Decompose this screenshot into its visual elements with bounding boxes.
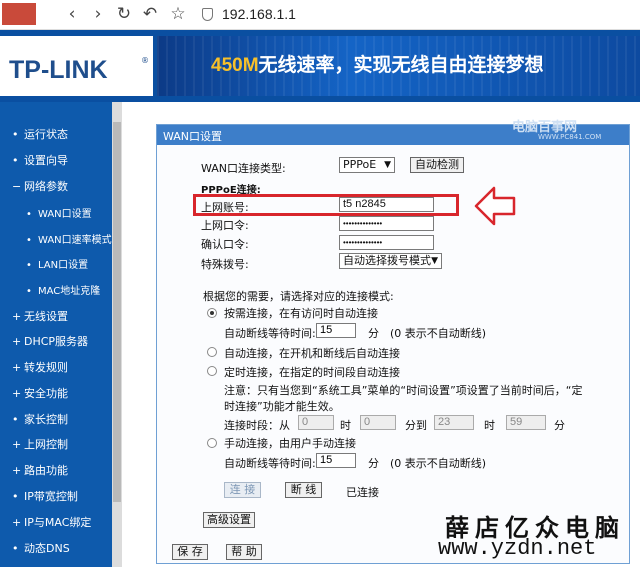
- period-to-label: 分到: [405, 419, 427, 432]
- period-hour-unit: 时: [340, 419, 351, 432]
- idle-time-input[interactable]: 15: [316, 323, 356, 338]
- scrollbar-thumb[interactable]: [113, 122, 121, 502]
- header-banner: 450M无线速率，实现无线自由连接梦想: [157, 36, 640, 96]
- sidebar-item-wizard[interactable]: • 设置向导: [12, 152, 68, 168]
- mode-manual-label: 手动连接，由用户手动连接: [224, 437, 356, 450]
- idle2-time-unit: 分: [368, 457, 379, 470]
- sidebar-item-network[interactable]: − 网络参数: [12, 178, 68, 194]
- tplink-logo: TP-LINK: [9, 56, 108, 84]
- header-slogan: 450M无线速率，实现无线自由连接梦想: [211, 50, 544, 77]
- sidebar-item-forwarding[interactable]: + 转发规则: [12, 359, 68, 375]
- special-dial-select[interactable]: 自动选择拨号模式 ▼: [339, 253, 442, 269]
- idle-time-note: (0 表示不自动断线): [390, 327, 487, 340]
- mode-timed-radio[interactable]: [207, 366, 217, 376]
- period-to-hour-unit: 时: [484, 419, 495, 432]
- password-label: 上网口令:: [201, 219, 249, 232]
- slogan-text: 无线速率，实现无线自由连接梦想: [258, 54, 544, 76]
- save-button[interactable]: 保 存: [172, 544, 208, 560]
- wan-type-label: WAN口连接类型:: [201, 162, 286, 175]
- sidebar-item-lan[interactable]: • LAN口设置: [26, 256, 88, 271]
- wan-type-select[interactable]: PPPoE ▼: [339, 157, 395, 173]
- timed-note-line2: 时连接”功能才能生效。: [224, 400, 340, 413]
- mode-timed-label: 定时连接，在指定的时间段自动连接: [224, 366, 400, 379]
- sidebar-item-mac-clone[interactable]: • MAC地址克隆: [26, 282, 100, 297]
- sidebar-item-security[interactable]: + 安全功能: [12, 385, 68, 401]
- sidebar-item-wireless[interactable]: + 无线设置: [12, 308, 68, 324]
- address-bar[interactable]: 192.168.1.1: [194, 4, 634, 26]
- chevron-down-icon: ▼: [384, 160, 391, 170]
- mode-auto-label: 自动连接，在开机和断线后自动连接: [224, 347, 400, 360]
- password-input[interactable]: ••••••••••••••: [339, 216, 434, 231]
- period-from-minute[interactable]: 0: [360, 415, 396, 430]
- confirm-password-input[interactable]: ••••••••••••••: [339, 235, 434, 250]
- sidebar-item-wan[interactable]: • WAN口设置: [26, 205, 92, 220]
- idle-time-label: 自动断线等待时间:: [224, 327, 316, 340]
- timed-note-line1: 注意：只有当您到“系统工具”菜单的“时间设置”项设置了当前时间后，“定: [224, 384, 583, 397]
- period-to-minute[interactable]: 59: [506, 415, 546, 430]
- sidebar-menu: • 运行状态 • 设置向导 − 网络参数 • WAN口设置 • WAN口速率模式 • LAN…: [0, 102, 112, 567]
- advanced-settings-button[interactable]: 高级设置: [203, 512, 255, 528]
- period-label: 连接时段：从: [224, 419, 290, 432]
- account-highlight: [193, 194, 459, 216]
- sidebar-item-bandwidth[interactable]: • IP带宽控制: [12, 488, 78, 504]
- connection-status: 已连接: [346, 486, 379, 499]
- shield-icon: [202, 8, 213, 21]
- pointer-arrow-icon: [474, 186, 516, 226]
- slogan-speed: 450M: [211, 55, 259, 76]
- period-to-hour[interactable]: 23: [434, 415, 474, 430]
- idle-time-unit: 分: [368, 327, 379, 340]
- sidebar-item-status[interactable]: • 运行状态: [12, 126, 68, 142]
- period-from-hour[interactable]: 0: [298, 415, 334, 430]
- mode-demand-radio[interactable]: [207, 308, 217, 318]
- sidebar-item-ip-mac[interactable]: + IP与MAC绑定: [12, 514, 91, 530]
- reload-icon[interactable]: ↻: [114, 4, 134, 24]
- mode-manual-radio[interactable]: [207, 438, 217, 448]
- sidebar-item-wan-speed[interactable]: • WAN口速率模式: [26, 231, 112, 246]
- sidebar-item-ddns[interactable]: • 动态DNS: [12, 540, 70, 556]
- sidebar-scrollbar[interactable]: [112, 102, 122, 567]
- help-button[interactable]: 帮 助: [226, 544, 262, 560]
- idle2-time-label: 自动断线等待时间:: [224, 457, 316, 470]
- sidebar-item-parental[interactable]: • 家长控制: [12, 411, 68, 427]
- home-icon[interactable]: ↶: [140, 4, 160, 24]
- sidebar-item-access-control[interactable]: + 上网控制: [12, 436, 68, 452]
- special-dial-label: 特殊拨号:: [201, 258, 249, 271]
- url-text: 192.168.1.1: [222, 6, 296, 22]
- site-watermark-url: WWW.PC841.COM: [538, 133, 602, 141]
- tab-favicon[interactable]: [2, 3, 36, 25]
- auto-detect-button[interactable]: 自动检测: [410, 157, 464, 173]
- sidebar-item-routing[interactable]: + 路由功能: [12, 462, 68, 478]
- idle2-time-input[interactable]: 15: [316, 453, 356, 468]
- connect-button[interactable]: 连 接: [224, 482, 261, 498]
- mode-intro: 根据您的需要，请选择对应的连接模式:: [203, 290, 394, 303]
- browser-toolbar: ‹ › ↻ ↶ ☆ 192.168.1.1: [0, 0, 640, 30]
- sidebar-item-dhcp[interactable]: + DHCP服务器: [12, 333, 88, 349]
- period-minute-unit: 分: [554, 419, 565, 432]
- disconnect-button[interactable]: 断 线: [285, 482, 322, 498]
- logo-area: TP-LINK ®: [0, 36, 153, 96]
- registered-icon: ®: [141, 56, 149, 65]
- footer-watermark-url: www.yzdn.net: [438, 536, 597, 561]
- idle2-time-note: (0 表示不自动断线): [390, 457, 487, 470]
- forward-icon[interactable]: ›: [88, 4, 108, 24]
- mode-auto-radio[interactable]: [207, 347, 217, 357]
- star-icon[interactable]: ☆: [168, 4, 188, 24]
- router-header: TP-LINK ® 450M无线速率，实现无线自由连接梦想: [0, 30, 640, 132]
- confirm-password-label: 确认口令:: [201, 238, 249, 251]
- chevron-down-icon: ▼: [431, 256, 438, 266]
- mode-demand-label: 按需连接，在有访问时自动连接: [224, 307, 378, 320]
- back-icon[interactable]: ‹: [62, 4, 82, 24]
